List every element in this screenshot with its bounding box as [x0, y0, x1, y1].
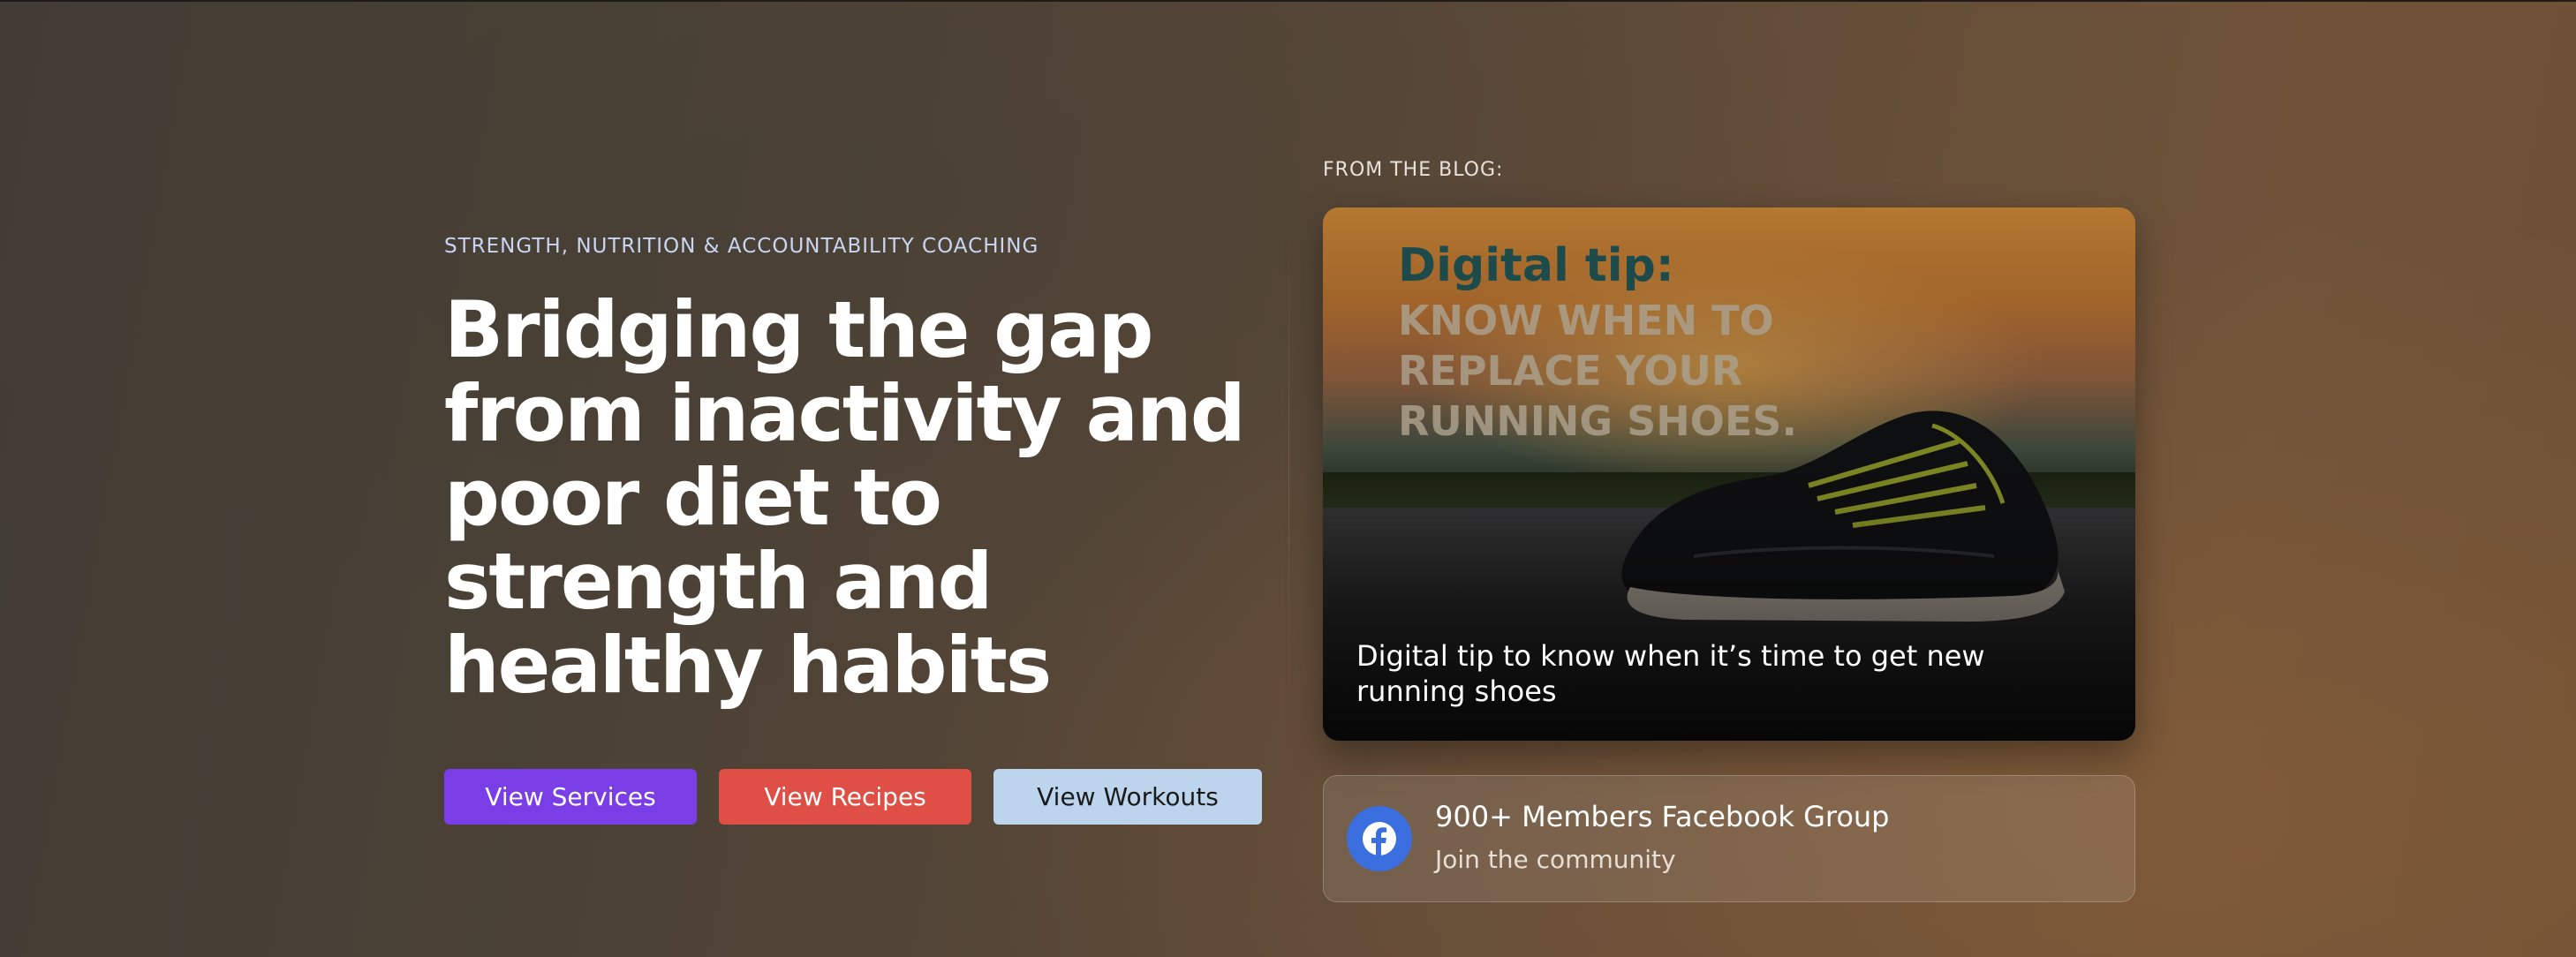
top-border	[0, 0, 2576, 2]
image-subtitle-line: KNOW WHEN TO	[1398, 297, 1774, 344]
image-subtitle-line: RUNNING SHOES.	[1398, 397, 1797, 445]
blog-image-title: Digital tip:	[1398, 239, 1674, 292]
facebook-icon	[1347, 806, 1412, 871]
headline-line: healthy habits	[444, 620, 1052, 711]
headline-line: poor diet to	[444, 452, 942, 543]
view-recipes-button[interactable]: View Recipes	[719, 769, 971, 825]
blog-post-title[interactable]: Digital tip to know when it’s time to ge…	[1356, 638, 2098, 709]
headline-line: strength and	[444, 536, 993, 627]
hero-headline: Bridging the gap from inactivity and poo…	[444, 284, 1246, 711]
blog-section-label: FROM THE BLOG:	[1323, 159, 1504, 181]
blog-image-subtitle: KNOW WHEN TO REPLACE YOUR RUNNING SHOES.	[1398, 296, 1928, 447]
view-services-button[interactable]: View Services	[444, 769, 697, 825]
headline-line: Bridging the gap	[444, 284, 1153, 375]
blog-post-card[interactable]: Digital tip: KNOW WHEN TO REPLACE YOUR R…	[1323, 207, 2135, 741]
hero-section: STRENGTH, NUTRITION & ACCOUNTABILITY COA…	[444, 235, 1246, 711]
facebook-group-subtitle: Join the community	[1435, 845, 1676, 874]
image-subtitle-line: REPLACE YOUR	[1398, 347, 1743, 395]
hero-eyebrow: STRENGTH, NUTRITION & ACCOUNTABILITY COA…	[444, 235, 1039, 258]
section-divider	[1288, 221, 1289, 697]
cta-buttons: View Services View Recipes View Workouts	[444, 769, 1262, 825]
facebook-group-title: 900+ Members Facebook Group	[1435, 800, 1890, 833]
view-workouts-button[interactable]: View Workouts	[993, 769, 1262, 825]
facebook-group-card[interactable]: 900+ Members Facebook Group Join the com…	[1323, 775, 2135, 902]
headline-line: from inactivity and	[444, 368, 1246, 459]
